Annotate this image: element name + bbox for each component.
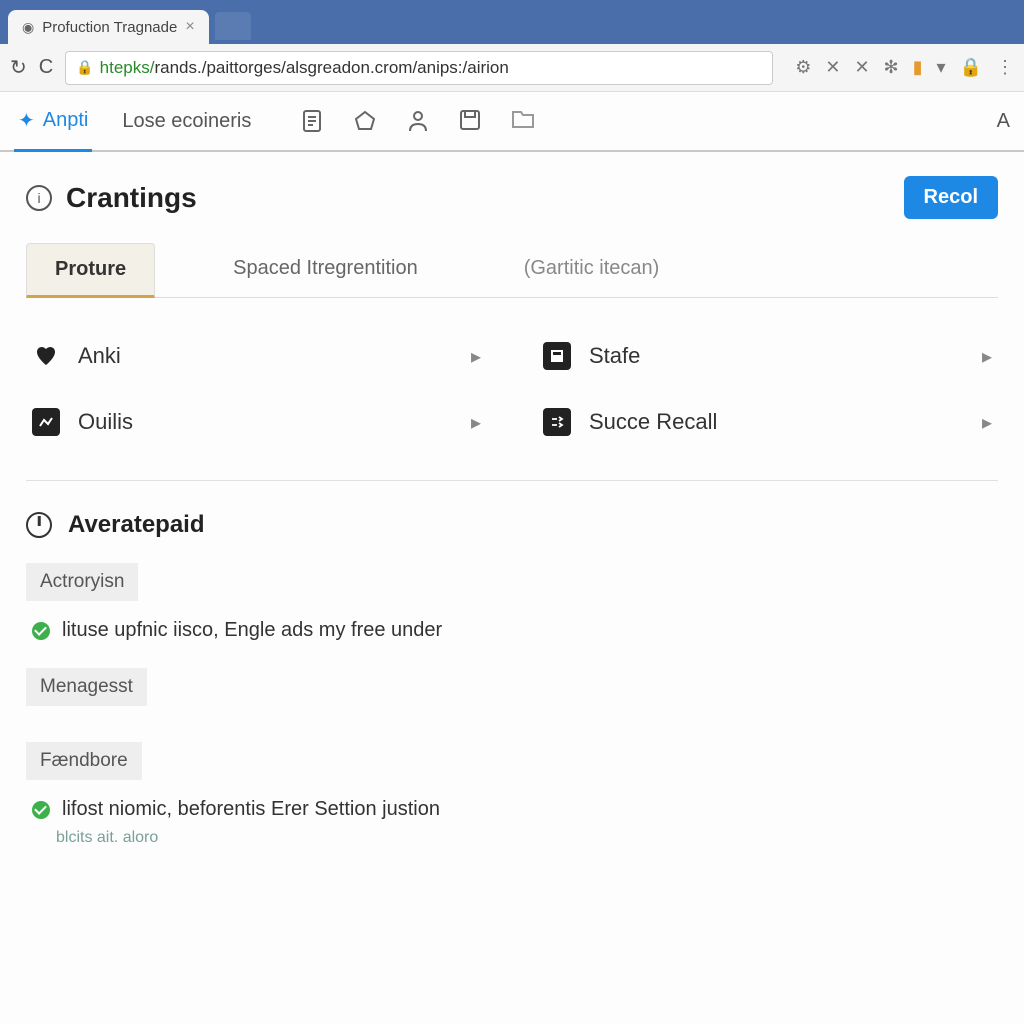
- reload-icon[interactable]: C: [39, 56, 53, 79]
- document-icon[interactable]: [301, 109, 323, 133]
- sub-text: lituse upfnic iisco, Engle ads my free u…: [62, 619, 442, 642]
- heart-icon: [32, 342, 60, 370]
- browser-tab[interactable]: ◉ Profuction Tragnade ×: [8, 10, 209, 44]
- sub-heading: Menagesst: [26, 668, 147, 706]
- tag-icon[interactable]: [353, 109, 377, 133]
- lock-icon-2[interactable]: 🔒: [960, 57, 982, 78]
- ext-icon-3[interactable]: ✕: [854, 57, 869, 78]
- ext-icon-5[interactable]: ▮: [913, 57, 923, 78]
- sub-text: lifost niomic, beforentis Erer Settion j…: [62, 798, 440, 821]
- tab-gartitic[interactable]: (Gartitic itecan): [496, 243, 688, 297]
- ext-icon-4[interactable]: ✻: [884, 57, 899, 78]
- toolbar-icon-group: [301, 109, 535, 133]
- sub-heading: Fændbore: [26, 742, 142, 780]
- section-title: Averatepaid: [68, 511, 205, 539]
- section-header: Averatepaid: [26, 511, 998, 539]
- url-input[interactable]: 🔒 htepks/rands./paittorges/alsgreadon.cr…: [65, 51, 773, 85]
- tab-favicon-icon: ◉: [22, 19, 34, 36]
- new-tab-stub[interactable]: [215, 12, 251, 40]
- sub-menagesst: Menagesst: [26, 668, 998, 720]
- divider: [26, 480, 998, 481]
- recol-button[interactable]: Recol: [904, 176, 998, 219]
- sub-line[interactable]: lituse upfnic iisco, Engle ads my free u…: [26, 615, 998, 646]
- item-succe-recall[interactable]: Succe Recall ▸: [537, 394, 998, 450]
- item-label: Ouilis: [78, 409, 453, 435]
- app-tab-secondary[interactable]: Lose ecoineris: [118, 94, 255, 149]
- content-tabs: Proture Spaced Itregrentition (Gartitic …: [26, 243, 998, 298]
- storage-icon: [543, 342, 571, 370]
- ext-icon-1[interactable]: ⚙: [795, 57, 811, 78]
- item-ouilis[interactable]: Ouilis ▸: [26, 394, 487, 450]
- image-icon: [32, 408, 60, 436]
- page-header: i Crantings Recol: [26, 176, 998, 219]
- clock-icon: [26, 512, 52, 538]
- browser-tab-strip: ◉ Profuction Tragnade ×: [0, 0, 1024, 44]
- item-stafe[interactable]: Stafe ▸: [537, 328, 998, 384]
- check-icon: [32, 622, 50, 640]
- back-icon[interactable]: ↻: [10, 55, 27, 80]
- menu-icon[interactable]: ⋮: [996, 57, 1014, 78]
- chevron-right-icon: ▸: [982, 344, 992, 369]
- sub-line[interactable]: lifost niomic, beforentis Erer Settion j…: [26, 794, 998, 825]
- extension-icons: ⚙ ✕ ✕ ✻ ▮ ▾ 🔒 ⋮: [785, 57, 1014, 78]
- item-label: Stafe: [589, 343, 964, 369]
- shuffle-icon: [543, 408, 571, 436]
- tab-title: Profuction Tragnade: [42, 19, 177, 36]
- sub-faendbore: Fændbore lifost niomic, beforentis Erer …: [26, 742, 998, 847]
- address-bar: ↻ C 🔒 htepks/rands./paittorges/alsgreado…: [0, 44, 1024, 92]
- check-icon: [32, 801, 50, 819]
- folder-icon[interactable]: [511, 109, 535, 133]
- url-text: htepks/rands./paittorges/alsgreadon.crom…: [100, 58, 509, 78]
- lock-icon: 🔒: [76, 59, 93, 76]
- chevron-right-icon: ▸: [471, 344, 481, 369]
- tab-spaced[interactable]: Spaced Itregrentition: [205, 243, 446, 297]
- item-label: Succe Recall: [589, 409, 964, 435]
- app-container: ✦ Anpti Lose ecoineris A i: [0, 92, 1024, 1024]
- app-toolbar: ✦ Anpti Lose ecoineris A: [0, 92, 1024, 152]
- sub-actroryisn: Actroryisn lituse upfnic iisco, Engle ad…: [26, 563, 998, 646]
- app-tab-anpti[interactable]: ✦ Anpti: [14, 92, 92, 152]
- chevron-right-icon: ▸: [471, 410, 481, 435]
- ext-icon-2[interactable]: ✕: [825, 57, 840, 78]
- items-grid: Anki ▸ Stafe ▸ Ouilis ▸: [26, 328, 998, 450]
- info-icon: i: [26, 185, 52, 211]
- close-icon[interactable]: ×: [185, 18, 194, 36]
- chevron-right-icon: ▸: [982, 410, 992, 435]
- tab-proture[interactable]: Proture: [26, 243, 155, 298]
- page-content: i Crantings Recol Proture Spaced Itregre…: [0, 152, 1024, 893]
- page-title: Crantings: [66, 182, 197, 214]
- item-label: Anki: [78, 343, 453, 369]
- save-icon[interactable]: [459, 109, 481, 133]
- sparkle-icon: ✦: [18, 108, 35, 133]
- dropdown-icon[interactable]: ▾: [937, 57, 946, 78]
- toolbar-right-label[interactable]: A: [997, 110, 1010, 133]
- sub-note: blcits ait. aloro: [56, 829, 998, 847]
- person-icon[interactable]: [407, 109, 429, 133]
- item-anki[interactable]: Anki ▸: [26, 328, 487, 384]
- sub-heading: Actroryisn: [26, 563, 138, 601]
